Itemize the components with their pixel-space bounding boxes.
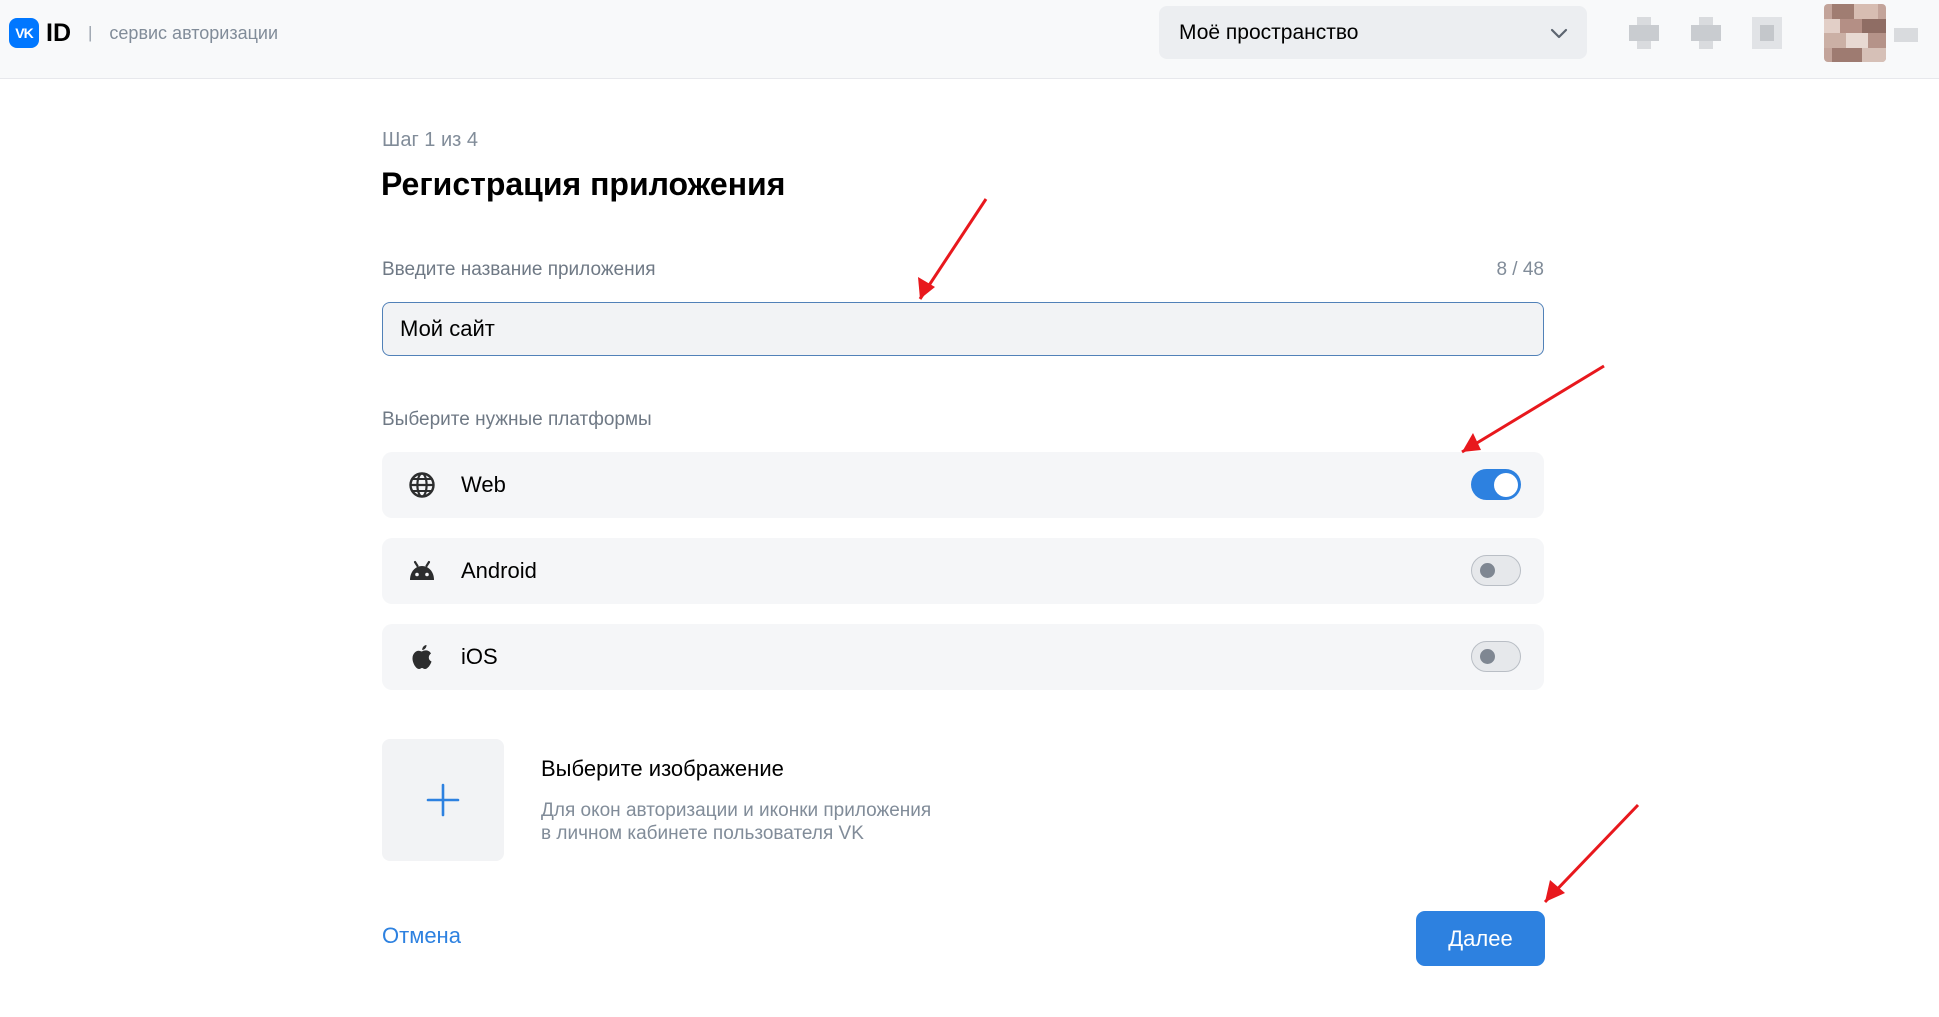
globe-icon: [409, 472, 435, 498]
logo-subtitle: сервис авторизации: [109, 22, 279, 43]
toggle-knob: [1480, 648, 1495, 664]
annotation-arrow: [918, 198, 988, 300]
blurred-header-icon[interactable]: [1752, 17, 1782, 49]
platform-toggle-ios[interactable]: [1471, 641, 1521, 672]
next-button[interactable]: Далее: [1416, 911, 1545, 966]
vk-id-logo[interactable]: VK ID | сервис авторизации: [9, 18, 278, 48]
workspace-select-value: Моё пространство: [1179, 20, 1359, 44]
app-name-label: Введите название приложения: [382, 259, 656, 280]
platform-name: Android: [461, 558, 537, 583]
step-indicator: Шаг 1 из 4: [382, 129, 479, 151]
image-upload-description: Для окон авторизации и иконки приложения…: [541, 799, 931, 845]
logo-id-text: ID: [46, 18, 71, 47]
page-title: Регистрация приложения: [381, 166, 786, 202]
platforms-label: Выберите нужные платформы: [382, 409, 652, 430]
logo-separator: |: [88, 23, 93, 42]
top-bar: VK ID | сервис авторизации Моё пространс…: [0, 0, 1939, 79]
platform-name: iOS: [461, 644, 498, 669]
avatar[interactable]: [1824, 4, 1886, 62]
platform-toggle-android[interactable]: [1471, 555, 1521, 586]
blurred-header-icon[interactable]: [1629, 17, 1659, 49]
app-name-counter: 8 / 48: [1496, 259, 1544, 280]
image-upload-description-line: Для окон авторизации и иконки приложения: [541, 800, 932, 821]
toggle-knob: [1493, 472, 1518, 497]
android-icon: [410, 560, 434, 580]
platform-toggle-web[interactable]: [1471, 469, 1521, 500]
apple-icon: [412, 645, 432, 669]
app-name-input[interactable]: [382, 302, 1544, 356]
toggle-knob: [1480, 562, 1495, 578]
blurred-header-icon[interactable]: [1691, 17, 1721, 49]
platform-row-android[interactable]: Android: [382, 538, 1544, 604]
workspace-select[interactable]: Моё пространство: [1159, 6, 1587, 59]
image-upload-button[interactable]: [382, 739, 504, 861]
platform-row-web[interactable]: Web: [382, 452, 1544, 518]
avatar-menu-icon[interactable]: [1894, 28, 1918, 42]
cancel-button[interactable]: Отмена: [382, 923, 461, 949]
vk-logo-icon: VK: [9, 18, 39, 48]
annotation-arrow: [1543, 803, 1640, 904]
image-upload-description-line: в личном кабинете пользователя VK: [541, 823, 864, 844]
platform-name: Web: [461, 472, 506, 497]
image-upload-title: Выберите изображение: [541, 756, 784, 781]
plus-icon: [426, 783, 460, 817]
annotation-arrow: [1461, 364, 1605, 454]
platform-row-ios[interactable]: iOS: [382, 624, 1544, 690]
chevron-down-icon: [1550, 28, 1568, 39]
